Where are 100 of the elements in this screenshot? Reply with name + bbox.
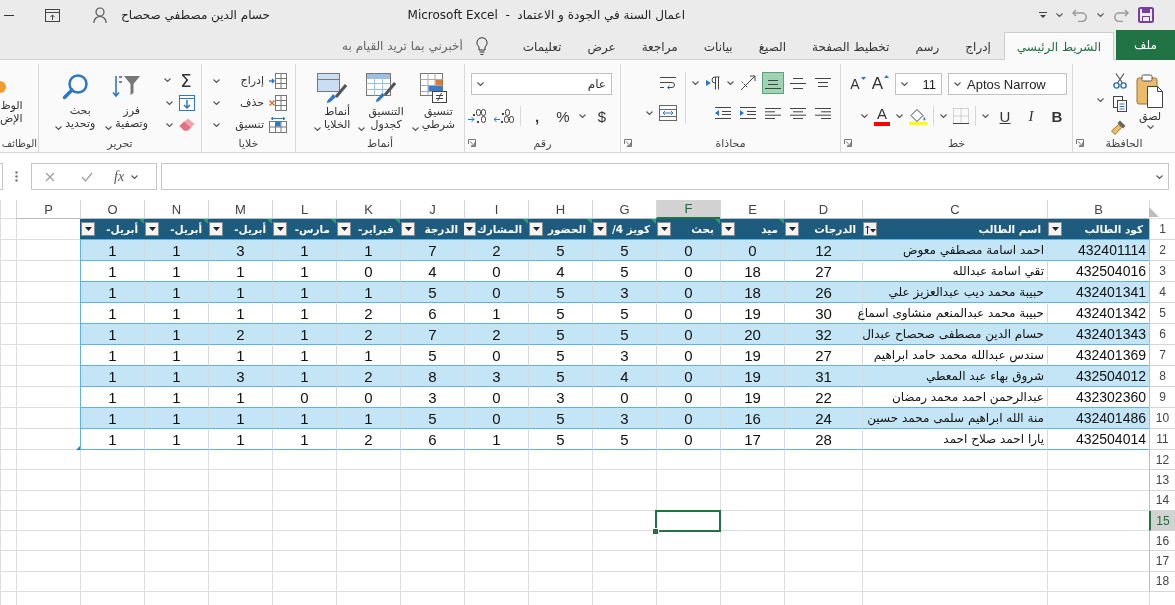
ribbon-tab[interactable]: تخطيط الصفحة — [799, 32, 903, 60]
ribbon-tab[interactable]: رسم — [902, 32, 953, 60]
caret-icon[interactable] — [131, 174, 139, 179]
launcher-icon[interactable] — [844, 139, 852, 147]
caret-icon[interactable] — [940, 114, 947, 118]
caret-icon[interactable] — [1156, 174, 1163, 179]
filter-button[interactable] — [1048, 222, 1062, 236]
cancel-icon[interactable] — [45, 171, 55, 182]
caret-icon[interactable] — [166, 100, 173, 105]
ribbon-tab[interactable]: الصيغ — [745, 32, 800, 60]
borders-icon[interactable] — [953, 108, 969, 124]
indent-increase-icon[interactable] — [740, 107, 756, 119]
font-color-button[interactable]: A — [874, 105, 890, 127]
sort-filter-button[interactable]: فرز وتصفية — [103, 70, 150, 134]
caret-icon — [954, 82, 961, 86]
filter-button[interactable] — [593, 222, 607, 236]
paste-button[interactable]: لصق — [1134, 69, 1166, 134]
filter-button[interactable] — [863, 222, 877, 236]
indent-decrease-icon[interactable] — [715, 107, 731, 119]
caret-icon[interactable] — [1056, 13, 1063, 17]
minimize-icon[interactable] — [4, 14, 14, 16]
format-button[interactable]: تنسيق — [213, 115, 287, 134]
ribbon-tab[interactable]: مراجعة — [628, 32, 691, 60]
ribbon-display-icon[interactable] — [45, 8, 60, 22]
caret-icon[interactable] — [579, 114, 586, 118]
decrease-decimal-icon[interactable] — [468, 109, 488, 123]
ribbon-tab[interactable]: إدراج — [952, 32, 1004, 60]
align-bottom-button[interactable] — [762, 72, 784, 94]
font-name-field[interactable]: Aptos Narrow — [948, 73, 1067, 95]
ribbon-tab[interactable]: عرض — [574, 32, 629, 60]
caret-icon[interactable] — [1097, 13, 1104, 17]
launcher-icon[interactable] — [624, 139, 632, 147]
filter-button[interactable] — [273, 222, 287, 236]
font-size-field[interactable]: 11 — [895, 73, 942, 95]
enter-icon[interactable] — [81, 171, 93, 182]
paragraph-direction-icon[interactable] — [706, 76, 720, 90]
launcher-icon[interactable] — [1076, 139, 1084, 147]
grip-icon[interactable] — [15, 171, 18, 182]
orientation-icon[interactable] — [740, 75, 756, 91]
merge-cells-icon[interactable] — [659, 105, 677, 121]
cell-styles-button[interactable]: أنماط الخلايا — [311, 70, 353, 134]
shrink-font-button[interactable]: A — [850, 73, 866, 95]
ribbon-tab[interactable]: تعليمات — [509, 32, 575, 60]
caret-icon[interactable] — [1097, 98, 1104, 102]
caret-icon[interactable] — [896, 114, 903, 118]
formula-input[interactable] — [161, 163, 1169, 190]
filter-button[interactable] — [785, 222, 799, 236]
percent-button[interactable]: % — [553, 105, 573, 127]
caret-icon[interactable] — [692, 81, 699, 85]
underline-button[interactable]: U — [995, 105, 1015, 127]
number-format-field[interactable]: عام — [471, 73, 612, 95]
bold-button[interactable]: B — [1047, 105, 1067, 127]
italic-button[interactable]: I — [1021, 105, 1041, 127]
grow-font-button[interactable]: A — [871, 73, 889, 95]
launcher-icon[interactable] — [468, 139, 476, 147]
filter-button[interactable] — [337, 222, 351, 236]
ribbon-tab[interactable]: بيانات — [690, 32, 746, 60]
filter-button[interactable] — [145, 222, 159, 236]
conditional-formatting-button[interactable]: تنسيق شرطي — [409, 70, 457, 134]
caret-icon[interactable] — [166, 122, 173, 127]
ribbon-tab[interactable]: الشريط الرئيسي — [1003, 32, 1114, 60]
filter-button[interactable] — [209, 222, 223, 236]
filter-button[interactable] — [81, 222, 95, 236]
delete-button[interactable]: حذف — [213, 93, 287, 112]
format-as-table-button[interactable]: التنسيق كجدول — [356, 70, 406, 134]
dropdown-arrow-icon — [596, 227, 604, 231]
caret-icon[interactable] — [646, 111, 653, 115]
wrap-text-icon[interactable] — [660, 76, 676, 90]
fill-color-icon[interactable] — [909, 107, 927, 125]
table-cell: 432401114 — [1047, 240, 1149, 261]
column-letter: K — [336, 200, 400, 219]
increase-decimal-icon[interactable] — [494, 109, 514, 123]
customize-icon[interactable] — [1039, 12, 1047, 18]
filter-button[interactable] — [401, 222, 415, 236]
filter-button[interactable] — [721, 222, 735, 236]
resize-handle-icon[interactable] — [76, 446, 80, 450]
person-icon[interactable] — [93, 7, 107, 23]
insert-button[interactable]: إدراج — [213, 71, 287, 90]
comma-style-button[interactable]: , — [527, 105, 547, 127]
table-cell: 24 — [784, 408, 862, 429]
caret-icon[interactable] — [982, 114, 989, 118]
add-ins-button[interactable]: الوظ الإض — [0, 72, 23, 134]
column-letter: E — [720, 200, 784, 219]
caret-icon[interactable] — [164, 78, 171, 82]
file-tab[interactable]: ملف — [1116, 30, 1175, 60]
eraser-icon[interactable] — [179, 118, 195, 131]
caret-icon[interactable] — [727, 81, 734, 85]
save-icon[interactable] — [1138, 7, 1154, 23]
find-select-button[interactable]: بحث وتحديد — [53, 70, 98, 134]
currency-button[interactable]: $ — [592, 105, 612, 127]
caret-icon[interactable] — [861, 114, 868, 118]
fill-down-icon[interactable] — [179, 94, 195, 111]
insert-function-button[interactable]: fx — [114, 168, 125, 185]
sum-button[interactable]: Σ — [177, 70, 195, 90]
filter-button[interactable] — [657, 222, 671, 236]
fill-handle[interactable] — [652, 528, 659, 536]
filter-button[interactable] — [529, 222, 543, 236]
copy-icon[interactable] — [1113, 96, 1127, 112]
paintbrush-icon[interactable] — [1111, 119, 1127, 135]
scissors-icon[interactable] — [1113, 73, 1127, 89]
